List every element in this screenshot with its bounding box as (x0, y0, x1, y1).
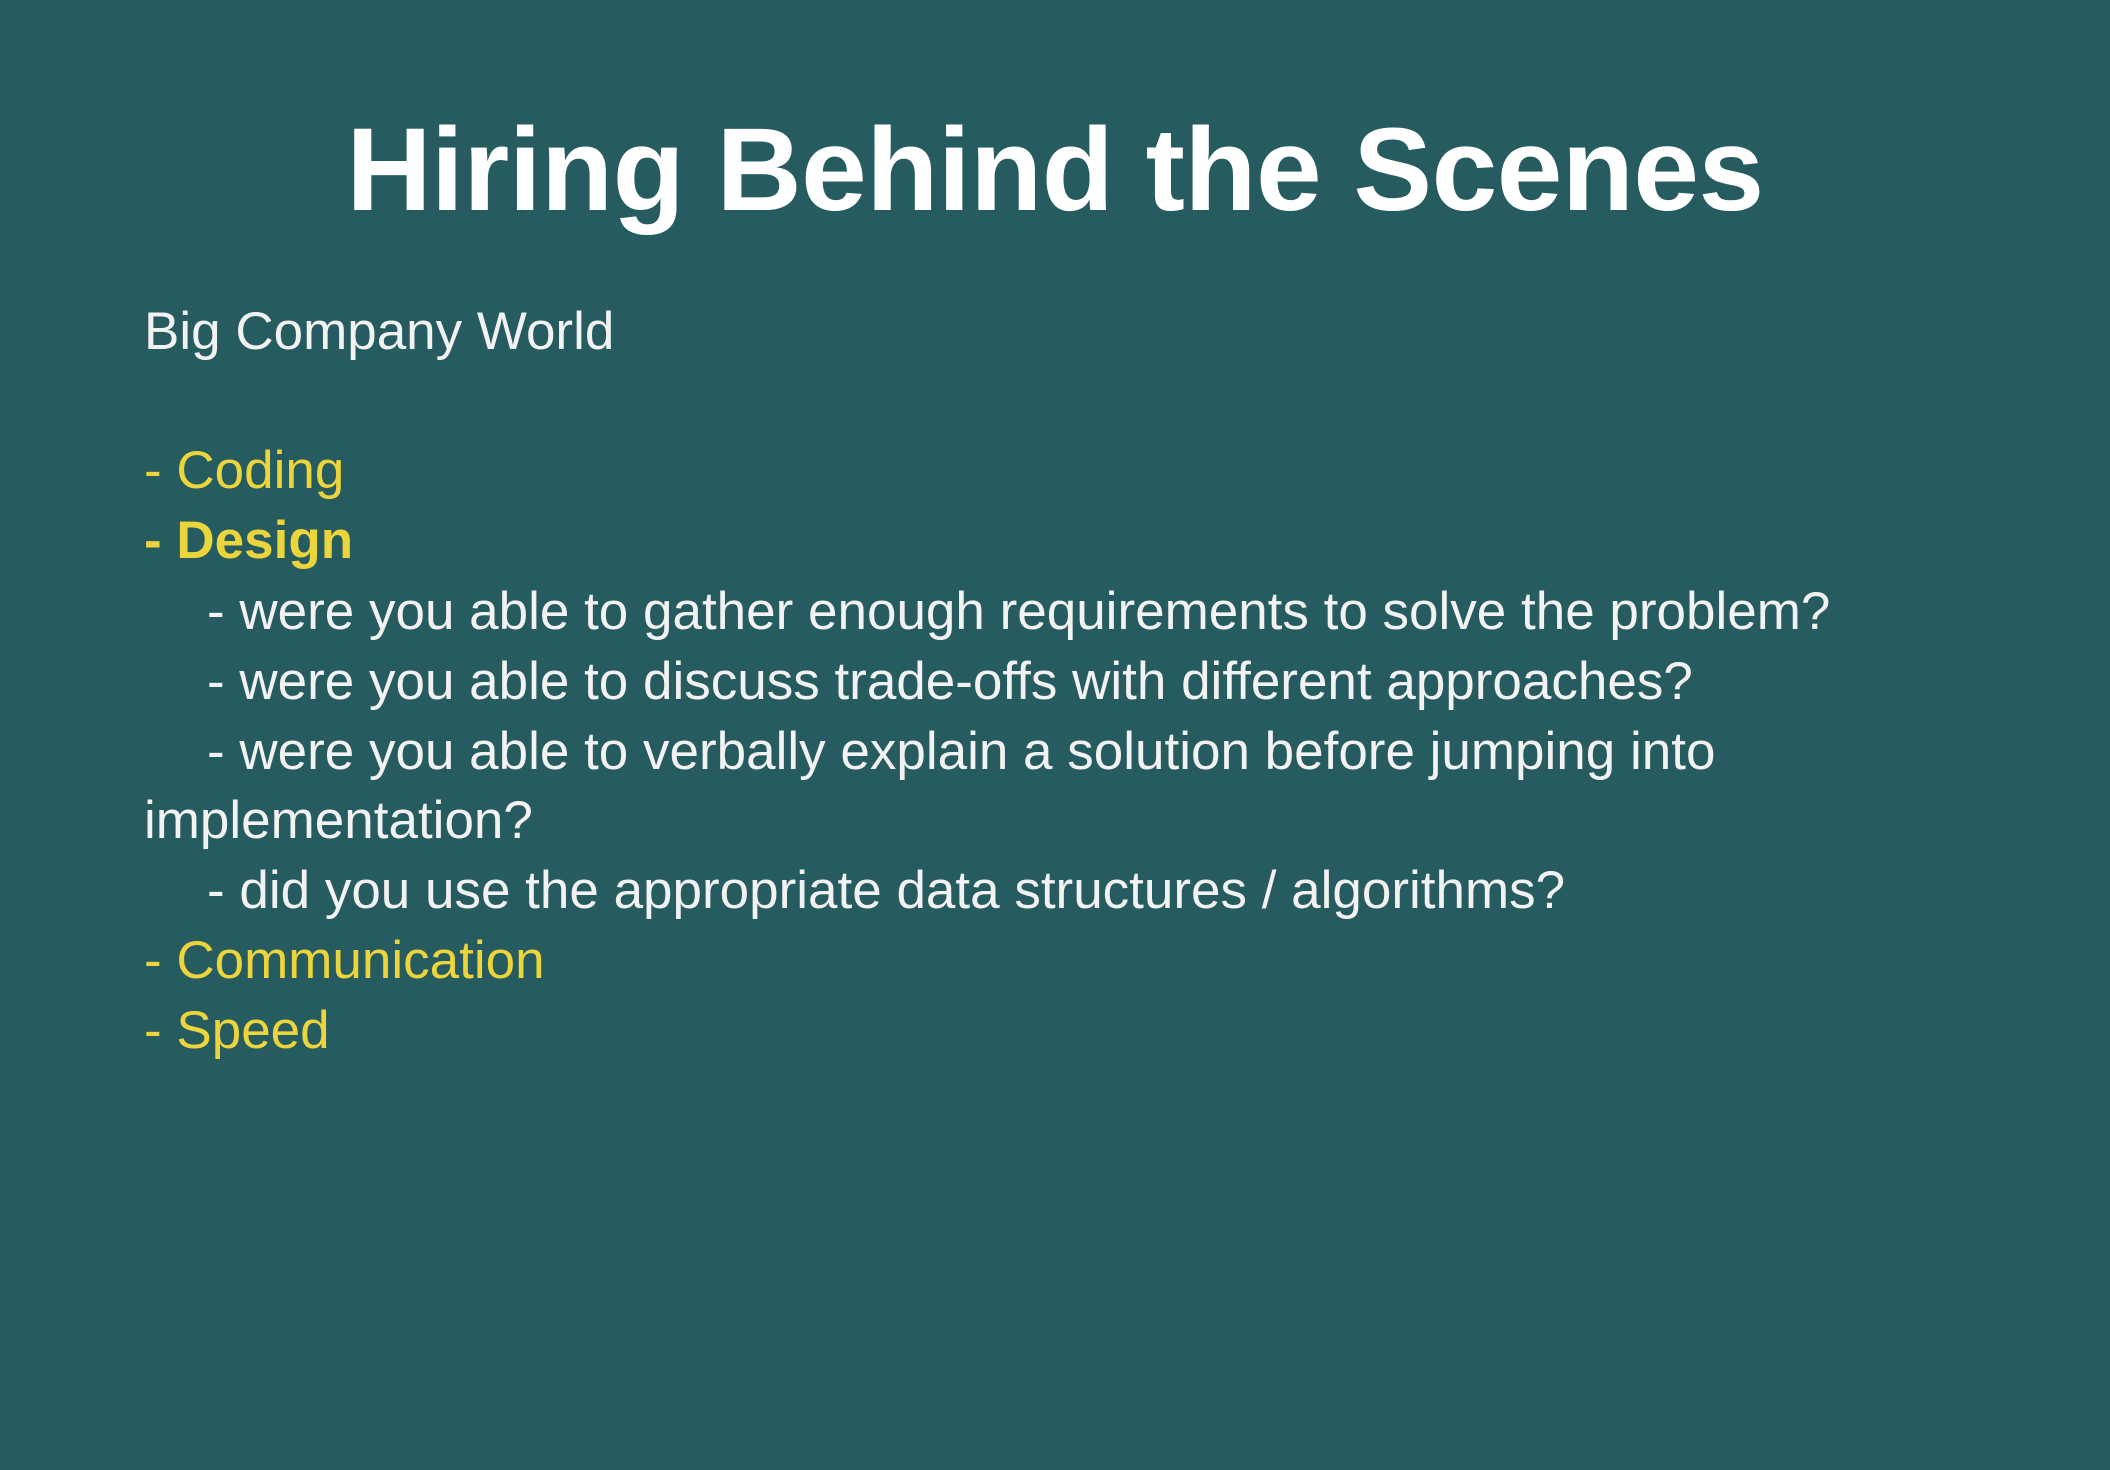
slide-subtitle: Big Company World (144, 302, 615, 361)
bullet-speed: - Speed (144, 1001, 330, 1060)
slide-title: Hiring Behind the Scenes (346, 104, 1764, 236)
sub-bullet-data-structures: - did you use the appropriate data struc… (207, 861, 1566, 920)
bullet-design: - Design (144, 511, 354, 570)
sub-bullet-explain-solution-continued: implementation? (144, 791, 533, 850)
bullet-communication: - Communication (144, 931, 545, 990)
sub-bullet-requirements: - were you able to gather enough require… (207, 582, 1831, 641)
bullet-coding: - Coding (144, 441, 345, 500)
sub-bullet-explain-solution: - were you able to verbally explain a so… (207, 722, 1716, 781)
sub-bullet-trade-offs: - were you able to discuss trade-offs wi… (207, 652, 1693, 711)
